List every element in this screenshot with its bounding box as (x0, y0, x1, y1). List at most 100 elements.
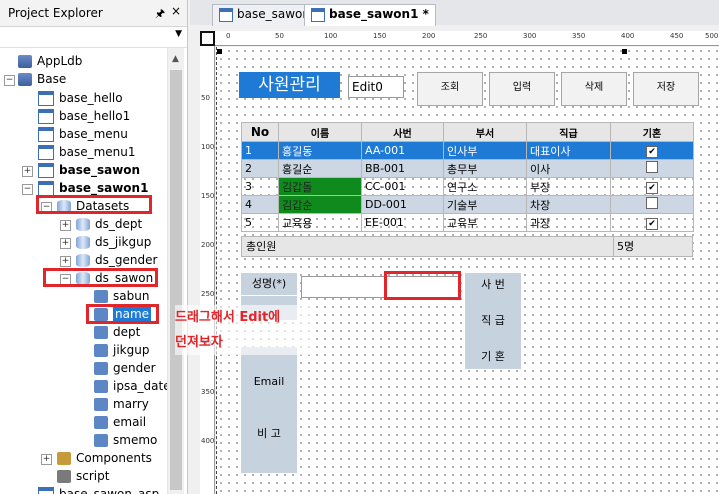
project-explorer-panel: Project Explorer 🖈 × ▼ AppLdb − Base bas… (0, 0, 188, 494)
checkbox[interactable]: ✔ (646, 181, 658, 194)
cell-name: 김갑돌 (278, 177, 362, 196)
cell-no: 4 (241, 195, 279, 214)
tree-node-marry[interactable]: marry (94, 395, 149, 413)
tree-node-base-menu1[interactable]: base_menu1 (38, 143, 136, 161)
tree-node-base[interactable]: Base (18, 70, 66, 88)
table-row[interactable]: 2 홍길순 BB-001 총무부 이사 (241, 159, 694, 178)
expand-icon[interactable]: + (60, 256, 71, 267)
column-header[interactable]: 이름 (278, 122, 362, 142)
close-icon[interactable]: × (171, 4, 181, 18)
column-header[interactable]: 사번 (361, 122, 444, 142)
tree-node-base-menu[interactable]: base_menu (38, 125, 128, 143)
explorer-scrollbar[interactable]: ▲ (167, 48, 184, 494)
scrollbar-thumb[interactable] (170, 70, 182, 490)
name-field[interactable] (301, 276, 385, 298)
cell-dept: 기술부 (443, 195, 527, 214)
cell-married: ✔ (610, 213, 694, 232)
column-header[interactable]: No (241, 122, 279, 142)
column-icon (94, 416, 108, 429)
database-icon (76, 218, 90, 231)
checkbox[interactable]: ✔ (646, 145, 658, 158)
save-button[interactable]: 저장 (633, 72, 699, 106)
resize-handle[interactable] (217, 49, 222, 54)
tree-node-base-sawon[interactable]: base_sawon (38, 161, 140, 179)
tree-label: base_sawon (59, 163, 141, 177)
tree-label: smemo (113, 433, 158, 447)
expand-icon[interactable]: + (60, 220, 71, 231)
tree-node-email[interactable]: email (94, 413, 146, 431)
tree-node-ds-dept[interactable]: ds_dept (76, 215, 142, 233)
resize-handle[interactable] (622, 49, 627, 54)
employee-grid[interactable]: No 이름 사번 부서 직급 기혼 1 홍길동 AA-001 인사부 대표이사 … (241, 122, 694, 232)
tree-node-ds-gender[interactable]: ds_gender (76, 251, 157, 269)
expand-icon[interactable]: + (41, 454, 52, 465)
highlight-name (86, 304, 159, 324)
tree-node-sabun[interactable]: sabun (94, 287, 149, 305)
form-icon (38, 487, 54, 494)
tree-node-gender[interactable]: gender (94, 359, 156, 377)
tree-node-components[interactable]: Components (57, 449, 152, 467)
checkbox[interactable] (646, 161, 658, 173)
tree-node-smemo[interactable]: smemo (94, 431, 157, 449)
ruler-mark: 50 (201, 94, 210, 102)
tree-label: base_menu (59, 127, 128, 141)
tree-node-jikgup[interactable]: jikgup (94, 341, 149, 359)
explorer-title: Project Explorer (8, 6, 103, 20)
cell-no: 1 (241, 141, 279, 160)
grid-header-row: No 이름 사번 부서 직급 기혼 (241, 122, 694, 142)
table-row[interactable]: 3 김갑돌 CC-001 연구소 부장 ✔ (241, 177, 694, 196)
ruler-mark: 250 (201, 290, 215, 298)
expand-icon[interactable]: + (22, 166, 33, 177)
form-icon (219, 8, 233, 22)
ruler-mark: 300 (523, 32, 537, 40)
tree-node-dept[interactable]: dept (94, 323, 140, 341)
column-header[interactable]: 부서 (443, 122, 527, 142)
expand-icon[interactable]: + (60, 238, 71, 249)
table-row[interactable]: 1 홍길동 AA-001 인사부 대표이사 ✔ (241, 141, 694, 160)
cell-sabun: CC-001 (361, 177, 444, 196)
cell-rank: 이사 (526, 159, 611, 178)
column-icon (94, 362, 108, 375)
delete-button[interactable]: 삭제 (561, 72, 627, 106)
table-row[interactable]: 4 김갑순 DD-001 기술부 차장 (241, 195, 694, 214)
table-row[interactable]: 5 교육용 EE-001 교육부 과장 ✔ (241, 213, 694, 232)
collapse-icon[interactable]: − (22, 184, 33, 195)
tree-node-base-sawon-asp[interactable]: base_sawon_asp (38, 485, 159, 494)
ruler-mark: 400 (201, 437, 215, 445)
tree-label: Components (76, 451, 152, 465)
explorer-title-bar: Project Explorer 🖈 × (0, 0, 187, 27)
tree-node-base-hello1[interactable]: base_hello1 (38, 107, 130, 125)
tree-node-ds-jikgup[interactable]: ds_jikgup (76, 233, 151, 251)
tree-node-script[interactable]: script (57, 467, 109, 485)
column-header[interactable]: 기혼 (610, 122, 694, 142)
tab-base-sawon1[interactable]: base_sawon1 * (304, 4, 436, 26)
cell-married (610, 159, 694, 178)
ruler-mark: 350 (572, 32, 586, 40)
cell-married: ✔ (610, 141, 694, 160)
tree-node-ipsa-date[interactable]: ipsa_date (94, 377, 171, 395)
column-header[interactable]: 직급 (526, 122, 611, 142)
tree-label: jikgup (113, 343, 150, 357)
summary-count: 5명 (613, 237, 634, 256)
chevron-down-icon[interactable]: ▼ (175, 29, 182, 39)
checkbox[interactable] (646, 197, 658, 209)
tab-base-sawon[interactable]: base_sawon (212, 4, 317, 26)
checkbox[interactable]: ✔ (646, 217, 658, 230)
tree-node-base-hello[interactable]: base_hello (38, 89, 123, 107)
annotation-line: 드래그해서 Edit에 (175, 310, 281, 325)
tree-node-appldb[interactable]: AppLdb (18, 52, 82, 70)
tree-label: dept (113, 325, 141, 339)
edit0-field[interactable]: Edit0 (348, 76, 404, 98)
tree-label: base_sawon_asp (59, 487, 160, 494)
input-button[interactable]: 입력 (489, 72, 555, 106)
form-icon (38, 145, 54, 160)
tree-label: sabun (113, 289, 150, 303)
scroll-up-icon[interactable]: ▲ (172, 54, 179, 64)
collapse-icon[interactable]: − (4, 75, 15, 86)
pin-icon[interactable]: 🖈 (155, 5, 165, 24)
database-icon (76, 236, 90, 249)
form-icon (311, 8, 325, 22)
explorer-filter-dropdown[interactable]: ▼ (0, 27, 187, 48)
form-icon (38, 91, 54, 106)
search-button[interactable]: 조회 (417, 72, 483, 106)
